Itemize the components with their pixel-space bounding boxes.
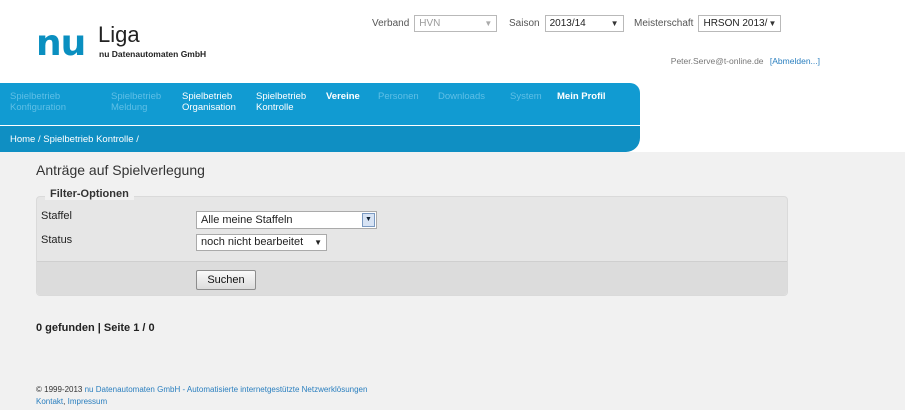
nav-item-line1: Downloads: [438, 91, 485, 102]
saison-selector: Saison 2013/14 ▼: [509, 15, 624, 32]
nav-spielbetrieb-organisation[interactable]: Spielbetrieb Organisation: [182, 91, 236, 113]
footer-copyright: © 1999-2013: [36, 385, 83, 394]
nav-item-line2: Kontrolle: [256, 102, 294, 113]
filter-footer: Suchen: [37, 261, 787, 295]
verband-label: Verband: [372, 18, 410, 29]
breadcrumb[interactable]: Home / Spielbetrieb Kontrolle /: [10, 134, 139, 145]
nav-item-line1: Spielbetrieb: [111, 91, 162, 102]
chevron-down-icon: ▼: [768, 19, 777, 28]
user-info: Peter.Serve@t-online.de [Abmelden...]: [671, 56, 820, 66]
saison-label: Saison: [509, 18, 540, 29]
logo-company: nu Datenautomaten GmbH: [99, 49, 207, 59]
filter-panel: Filter-Optionen Staffel Alle meine Staff…: [36, 188, 788, 296]
logo-product: Liga: [98, 22, 140, 47]
meisterschaft-value: HRSON 2013/: [703, 18, 768, 29]
result-summary: 0 gefunden | Seite 1 / 0: [36, 322, 155, 334]
nav-vereine[interactable]: Vereine: [326, 91, 360, 102]
nav-item-line1: System: [510, 91, 542, 102]
nav-personen[interactable]: Personen: [378, 91, 419, 102]
search-button[interactable]: Suchen: [196, 270, 256, 290]
footer-kontakt-link[interactable]: Kontakt: [36, 397, 63, 406]
nav-mein-profil[interactable]: Mein Profil: [557, 91, 606, 102]
chevron-down-icon: ▼: [314, 238, 322, 247]
nav-spielbetrieb-kontrolle[interactable]: Spielbetrieb Kontrolle: [256, 91, 306, 113]
page-title: Anträge auf Spielverlegung: [36, 162, 205, 178]
nav-system[interactable]: System: [510, 91, 542, 102]
nav-spielbetrieb-meldung[interactable]: Spielbetrieb Meldung: [111, 91, 161, 113]
chevron-down-icon: ▼: [484, 19, 493, 28]
nav-item-line1: Vereine: [326, 91, 360, 102]
footer-impressum-link[interactable]: Impressum: [68, 397, 108, 406]
footer-copyright-line: © 1999-2013 nu Datenautomaten GmbH - Aut…: [36, 384, 367, 396]
verband-selector: Verband HVN ▼: [372, 15, 498, 32]
status-value: noch nicht bearbeitet: [201, 236, 304, 248]
nav-item-line1: Personen: [378, 91, 419, 102]
nav-item-line2: Konfiguration: [10, 102, 66, 113]
user-email: Peter.Serve@t-online.de: [670, 56, 764, 66]
breadcrumb-bar: Home / Spielbetrieb Kontrolle /: [0, 126, 640, 152]
logo-brand: nu: [36, 23, 86, 64]
header: nu Liga nu Datenautomaten GmbH Verband H…: [0, 0, 905, 83]
footer-separator: ,: [63, 397, 66, 406]
saison-value: 2013/14: [549, 18, 586, 29]
meisterschaft-label: Meisterschaft: [634, 18, 694, 29]
main-content: Anträge auf Spielverlegung Filter-Option…: [0, 152, 905, 410]
main-nav: Spielbetrieb Konfiguration Spielbetrieb …: [0, 83, 640, 125]
logout-link[interactable]: [Abmelden...]: [770, 56, 820, 66]
nav-spielbetrieb-konfiguration[interactable]: Spielbetrieb Konfiguration: [10, 91, 66, 113]
meisterschaft-select[interactable]: HRSON 2013/ ▼: [698, 15, 782, 32]
footer-links: Kontakt, Impressum: [36, 396, 367, 408]
chevron-down-icon[interactable]: ▼: [362, 213, 375, 227]
nav-item-line1: Spielbetrieb: [256, 91, 307, 102]
status-label: Status: [41, 234, 73, 246]
filter-legend: Filter-Optionen: [45, 188, 134, 200]
nav-item-line2: Organisation: [182, 102, 236, 113]
staffel-value: Alle meine Staffeln: [201, 214, 293, 226]
status-select[interactable]: noch nicht bearbeitet ▼: [196, 234, 327, 251]
nav-item-line2: Meldung: [111, 102, 148, 113]
staffel-label: Staffel: [41, 210, 72, 222]
nav-item-line1: Spielbetrieb: [182, 91, 233, 102]
chevron-down-icon: ▼: [610, 19, 619, 28]
nav-item-line1: Mein Profil: [557, 91, 606, 102]
meisterschaft-selector: Meisterschaft HRSON 2013/ ▼: [634, 15, 782, 32]
verband-select[interactable]: HVN ▼: [414, 15, 498, 32]
saison-select[interactable]: 2013/14 ▼: [544, 15, 624, 32]
footer-tagline: - Automatisierte internetgestützte Netzw…: [182, 385, 368, 394]
verband-value: HVN: [419, 18, 441, 29]
nav-item-line1: Spielbetrieb: [10, 91, 61, 102]
footer: © 1999-2013 nu Datenautomaten GmbH - Aut…: [36, 384, 367, 408]
footer-company-link[interactable]: nu Datenautomaten GmbH: [85, 385, 181, 394]
nav-downloads[interactable]: Downloads: [438, 91, 485, 102]
staffel-select[interactable]: Alle meine Staffeln ▼: [196, 211, 377, 229]
